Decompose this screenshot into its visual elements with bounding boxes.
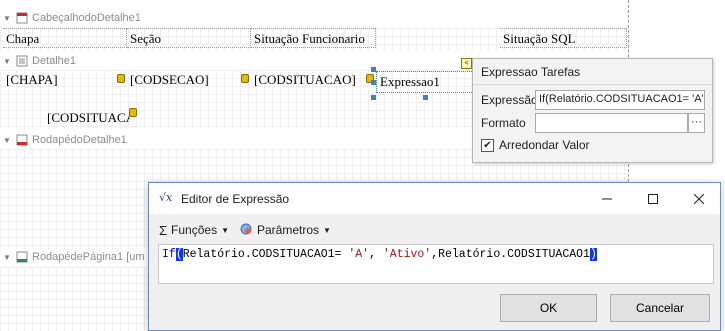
- round-value-label: Arredondar Valor: [499, 138, 590, 152]
- header-cell-secao[interactable]: Seção: [127, 28, 251, 48]
- expr-field: Relatório.CODSITUACAO1=: [182, 248, 349, 261]
- detail-cell-chapa[interactable]: [CHAPA]: [3, 70, 123, 90]
- expr-string: 'Ativo': [382, 248, 432, 261]
- collapse-arrow-icon[interactable]: ▼: [0, 253, 14, 262]
- sigma-icon: Σ: [159, 222, 168, 238]
- selection-handle[interactable]: [371, 95, 376, 100]
- expr-close-paren: ): [589, 248, 597, 261]
- band-header-detail-header[interactable]: ▼ CabeçalhodoDetalhe1: [0, 8, 628, 28]
- format-label: Formato: [481, 116, 526, 130]
- header-cell-situacao-sql[interactable]: Situação SQL: [500, 28, 627, 48]
- page-footer-band-icon: [16, 251, 28, 263]
- expression-tasks-panel: Expressao Tarefas Expressão If(Relatório…: [472, 58, 713, 163]
- bound-field-icon: [129, 108, 137, 117]
- band-label: RodapédoDetalhe1: [32, 134, 127, 146]
- parameters-label: Parâmetros: [257, 223, 320, 237]
- tasks-title: Expressao Tarefas: [473, 59, 712, 85]
- group-footer-band-icon: [16, 134, 28, 146]
- fx-icon: √x: [159, 190, 173, 204]
- dialog-toolbar: Σ Funções ▼ Parâmetros ▼: [149, 219, 720, 241]
- maximize-icon: [648, 193, 658, 204]
- band-label: CabeçalhodoDetalhe1: [32, 12, 141, 24]
- band-label: Detalhe1: [32, 55, 77, 67]
- dialog-titlebar[interactable]: √x Editor de Expressão: [149, 183, 720, 214]
- expr-separator: ,: [369, 248, 383, 261]
- dialog-title: Editor de Expressão: [181, 191, 290, 206]
- format-ellipsis-button[interactable]: ···: [688, 113, 705, 133]
- band-label: RodapédePágina1 [um: [32, 251, 145, 263]
- round-value-row[interactable]: ✔ Arredondar Valor: [481, 138, 590, 152]
- expr-string: 'A': [348, 248, 370, 261]
- dropdown-caret-icon: ▼: [323, 225, 331, 235]
- collapse-arrow-icon[interactable]: ▼: [0, 57, 14, 66]
- functions-label: Funções: [171, 223, 218, 237]
- header-cell-chapa[interactable]: Chapa: [3, 28, 127, 48]
- smart-tag-icon[interactable]: <: [461, 58, 472, 69]
- round-value-checkbox[interactable]: ✔: [481, 138, 494, 152]
- minimize-icon: [602, 198, 612, 199]
- expr-keyword-if: If: [162, 248, 176, 261]
- bound-field-icon: [117, 74, 125, 83]
- close-button[interactable]: [676, 183, 722, 214]
- expression-field[interactable]: If(Relatório.CODSITUACAO1= 'A': [535, 90, 705, 110]
- selection-handle[interactable]: [371, 80, 376, 85]
- maximize-button[interactable]: [630, 183, 676, 214]
- selection-handle[interactable]: [423, 95, 428, 100]
- detail-band-icon: [16, 55, 28, 67]
- selection-handle[interactable]: [371, 67, 376, 72]
- format-field[interactable]: [535, 113, 688, 133]
- functions-menu[interactable]: Σ Funções ▼: [149, 223, 235, 238]
- ok-button[interactable]: OK: [500, 294, 597, 322]
- cancel-button[interactable]: Cancelar: [610, 294, 710, 322]
- collapse-arrow-icon[interactable]: ▼: [0, 14, 14, 23]
- parameters-icon: [239, 222, 253, 239]
- header-cell-situacao-funcionario[interactable]: Situação Funcionario: [251, 28, 376, 48]
- collapse-arrow-icon[interactable]: ▼: [0, 136, 14, 145]
- group-header-band-icon: [16, 12, 28, 24]
- dropdown-caret-icon: ▼: [221, 225, 229, 235]
- header-band-body[interactable]: Chapa Seção Situação Funcionario Situaçã…: [0, 28, 628, 50]
- detail-cell-codsituaca[interactable]: [CODSITUACA: [44, 108, 130, 128]
- bound-field-icon: [241, 74, 249, 83]
- detail-cell-expressao1[interactable]: Expressao1: [376, 71, 474, 93]
- detail-cell-codsituacao[interactable]: [CODSITUACAO]: [251, 70, 371, 90]
- expr-field: ,Relatório.CODSITUACAO1: [431, 248, 590, 261]
- expression-editor-input[interactable]: If(Relatório.CODSITUACAO1= 'A', 'Ativo',…: [158, 244, 714, 284]
- minimize-button[interactable]: [584, 183, 630, 214]
- expression-label: Expressão: [481, 93, 538, 107]
- close-icon: [694, 193, 704, 204]
- expr-open-paren: (: [175, 248, 183, 261]
- expression-editor-dialog: √x Editor de Expressão Σ Funções ▼ Parâm…: [148, 182, 721, 331]
- detail-cell-codsecao[interactable]: [CODSECAO]: [127, 70, 247, 90]
- parameters-menu[interactable]: Parâmetros ▼: [235, 222, 337, 239]
